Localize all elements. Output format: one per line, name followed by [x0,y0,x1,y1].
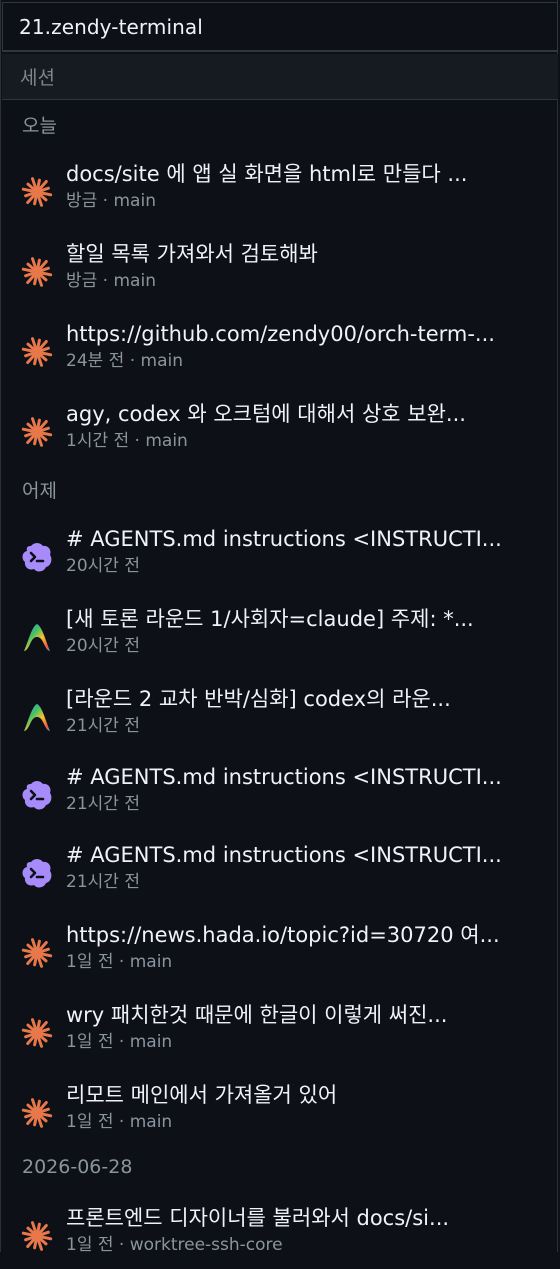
codex-cloud-icon [20,856,54,890]
claude-asterisk-icon [20,1219,54,1253]
codex-cloud-icon [20,540,54,574]
session-title: 할일 목록 가져와서 검토해봐 [66,242,318,266]
claude-asterisk-icon [20,936,54,970]
session-title: # AGENTS.md instructions <INSTRUCTI... [66,843,502,867]
session-item[interactable]: wry 패치한것 때문에 한글이 이렇게 써진... 1일 전 · main [0,996,558,1066]
session-item[interactable]: # AGENTS.md instructions <INSTRUCTI... 2… [0,836,558,906]
section-label: 세션 [20,67,55,89]
session-title: https://github.com/zendy00/orch-term-... [66,322,495,346]
session-meta: 1일 전 · main [66,952,173,972]
session-meta: 1시간 전 · main [66,431,188,451]
session-meta: 24분 전 · main [66,351,184,371]
section-header: 세션 [2,54,558,100]
gradient-a-icon [20,700,54,734]
session-title: wry 패치한것 때문에 한글이 이렇게 써진... [66,1003,448,1027]
session-title: [라운드 2 교차 반박/심화] codex의 라운... [66,687,451,711]
session-title: [새 토론 라운드 1/사회자=claude] 주제: *... [66,607,474,631]
session-meta: 21시간 전 [66,716,140,736]
session-item[interactable]: [라운드 2 교차 반박/심화] codex의 라운... 21시간 전 [0,680,558,750]
session-meta: 방금 · main [66,271,156,291]
claude-asterisk-icon [20,255,54,289]
session-item[interactable]: 프론트엔드 디자이너를 불러와서 docs/si... 1일 전 · workt… [0,1199,558,1269]
session-item[interactable]: https://news.hada.io/topic?id=30720 여...… [0,916,558,986]
session-title: 프론트엔드 디자이너를 불러와서 docs/si... [66,1206,450,1230]
session-item[interactable]: # AGENTS.md instructions <INSTRUCTI... 2… [0,520,558,590]
session-item[interactable]: [새 토론 라운드 1/사회자=claude] 주제: *... 20시간 전 [0,600,558,670]
session-meta: 20시간 전 [66,636,140,656]
session-title: # AGENTS.md instructions <INSTRUCTI... [66,765,502,789]
session-title: # AGENTS.md instructions <INSTRUCTI... [66,527,502,551]
group-label-date: 2026-06-28 [22,1156,133,1178]
group-label-today: 오늘 [22,115,57,137]
group-label-yesterday: 어제 [22,480,57,502]
gradient-a-icon [20,620,54,654]
session-item[interactable]: 리모트 메인에서 가져올거 있어 1일 전 · main [0,1076,558,1146]
window-title: 21.zendy-terminal [19,14,203,39]
claude-asterisk-icon [20,175,54,209]
session-item[interactable]: # AGENTS.md instructions <INSTRUCTI... 2… [0,758,558,828]
claude-asterisk-icon [20,1096,54,1130]
claude-asterisk-icon [20,335,54,369]
claude-asterisk-icon [20,415,54,449]
session-meta: 1일 전 · main [66,1112,173,1132]
session-item[interactable]: agy, codex 와 오크텀에 대해서 상호 보완... 1시간 전 · m… [0,395,558,465]
window-title-bar: 21.zendy-terminal [2,2,558,52]
session-meta: 21시간 전 [66,794,140,814]
session-meta: 1일 전 · worktree-ssh-core [66,1235,283,1255]
session-meta: 20시간 전 [66,556,140,576]
session-item[interactable]: https://github.com/zendy00/orch-term-...… [0,315,558,385]
session-item[interactable]: docs/site 에 앱 실 화면을 html로 만들다 ... 방금 · m… [0,155,558,225]
session-meta: 1일 전 · main [66,1032,173,1052]
session-meta: 방금 · main [66,191,156,211]
claude-asterisk-icon [20,1016,54,1050]
session-title: 리모트 메인에서 가져올거 있어 [66,1083,338,1107]
session-item[interactable]: 할일 목록 가져와서 검토해봐 방금 · main [0,235,558,305]
session-title: agy, codex 와 오크텀에 대해서 상호 보완... [66,402,466,426]
codex-cloud-icon [20,778,54,812]
session-title: https://news.hada.io/topic?id=30720 여... [66,923,500,947]
session-meta: 21시간 전 [66,872,140,892]
session-title: docs/site 에 앱 실 화면을 html로 만들다 ... [66,162,468,186]
